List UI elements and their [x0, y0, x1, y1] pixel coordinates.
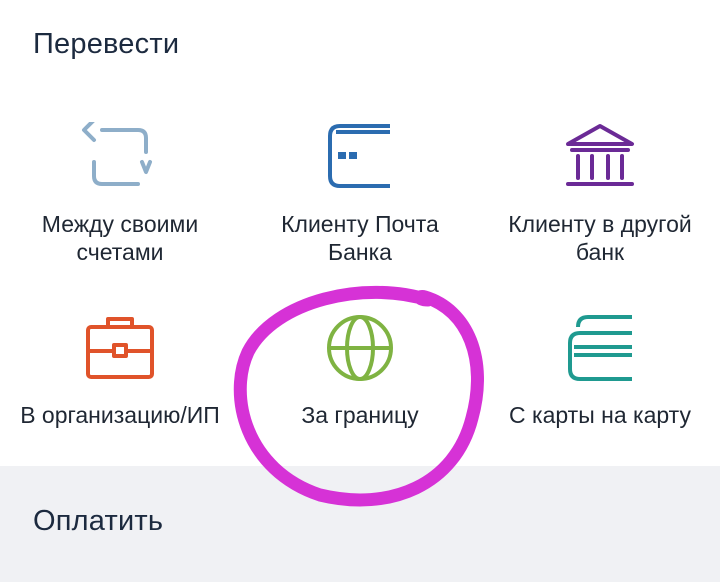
tile-organization[interactable]: В организацию/ИП	[0, 305, 240, 445]
briefcase-icon	[86, 317, 154, 379]
arrows-cycle-icon	[82, 122, 152, 186]
tile-abroad[interactable]: За границу	[240, 305, 480, 445]
tile-label: В организацию/ИП	[20, 402, 220, 428]
tile-label: Клиенту Почта Банка	[281, 211, 439, 265]
tile-between-own-accounts[interactable]: Между своими счетами	[0, 110, 240, 280]
bank-building-icon	[566, 124, 634, 186]
tile-label: Клиенту в другой банк	[508, 211, 692, 265]
tile-label: За границу	[301, 402, 419, 428]
tile-card-to-card[interactable]: С карты на карту	[480, 305, 720, 445]
transfer-section-title: Перевести	[33, 28, 180, 60]
cards-stack-icon	[568, 315, 632, 381]
card-icon	[328, 124, 390, 188]
tile-label: С карты на карту	[509, 402, 691, 428]
pay-section-title[interactable]: Оплатить	[33, 505, 163, 538]
tile-other-bank-client[interactable]: Клиенту в другой банк	[480, 110, 720, 280]
globe-icon	[327, 315, 393, 381]
tile-label: Между своими счетами	[41, 211, 199, 265]
tile-pochta-bank-client[interactable]: Клиенту Почта Банка	[240, 110, 480, 280]
